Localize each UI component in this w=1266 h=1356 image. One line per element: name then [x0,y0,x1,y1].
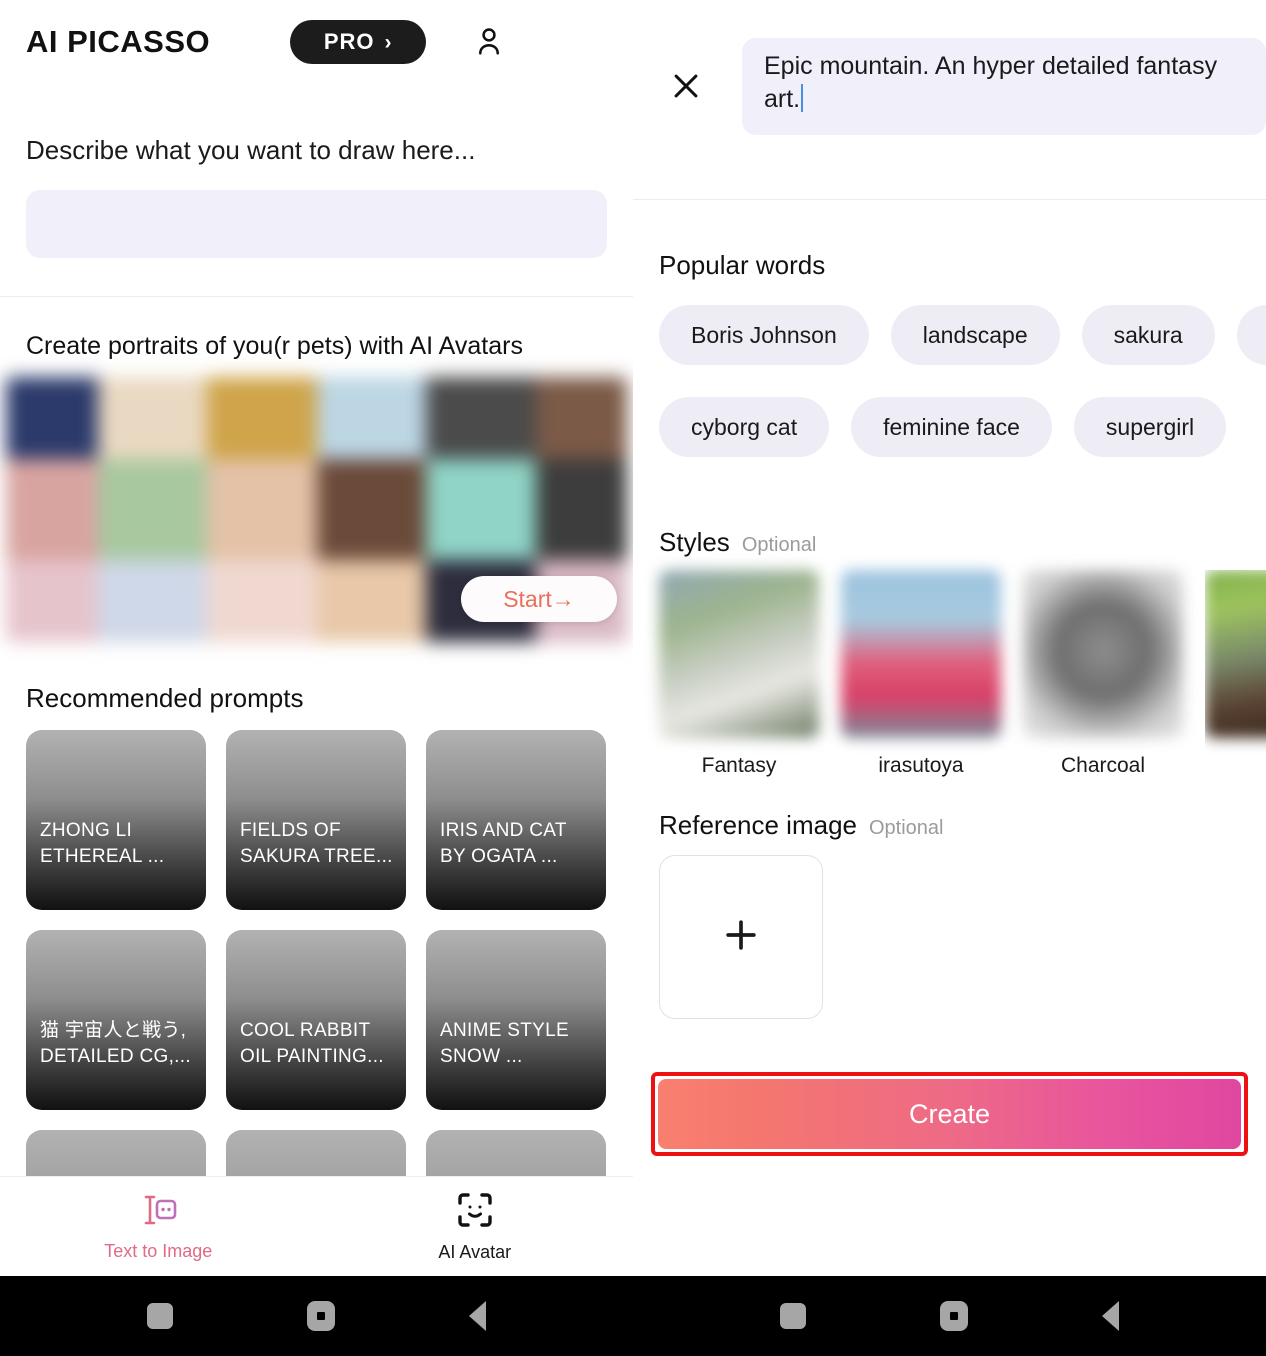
section-divider [0,296,633,297]
recents-square-icon[interactable] [780,1303,806,1329]
section-divider [633,199,1266,200]
style-thumbnail [1205,570,1266,738]
style-label: Fantasy [701,754,777,777]
prompt-text: Epic mountain. An hyper detailed fantasy… [764,51,1218,114]
prompt-card-label: COOL RABBIT OIL PAINTING... [240,1020,384,1067]
popular-word-chip[interactable]: Boris Johnson [659,305,869,365]
popular-word-chip[interactable]: cyborg cat [659,397,830,457]
prompt-card-label: ANIME STYLE SNOW ... [440,1020,569,1067]
plus-icon [719,913,763,962]
tab-text-to-image[interactable]: Text to Image [0,1192,317,1262]
app-header: AI PICASSO PRO › [0,0,633,84]
popular-words-row-1: Boris Johnson landscape sakura lake [659,305,1266,365]
chevron-right-icon: › [384,30,393,54]
popular-words-row-2: cyborg cat feminine face supergirl [659,397,1227,457]
style-option[interactable]: Charcoal [1023,570,1183,778]
prompt-textarea[interactable]: Epic mountain. An hyper detailed fantasy… [742,37,1266,135]
back-icon[interactable] [469,1301,486,1331]
home-icon[interactable] [307,1301,335,1331]
prompt-card[interactable]: 猫 宇宙人と戦う, DETAILED CG,... [26,930,206,1110]
pro-label: PRO [323,29,375,54]
create-button[interactable]: Create [658,1079,1241,1149]
popular-words-title: Popular words [659,250,826,280]
style-option[interactable]: irasutoya [841,570,1001,778]
styles-row: Fantasy irasutoya Charcoal 3D [659,570,1266,778]
home-icon[interactable] [940,1301,968,1331]
style-option[interactable]: Fantasy [659,570,819,778]
reference-optional-tag: Optional [869,817,944,839]
style-label: Charcoal [1060,754,1146,777]
style-thumbnail [1023,570,1183,738]
style-option[interactable]: 3D [1205,570,1266,778]
styles-title: Styles Optional [659,527,816,558]
face-scan-icon [456,1191,494,1234]
style-label: irasutoya [878,754,964,777]
style-label: 3D [1205,754,1266,778]
prompt-row: Epic mountain. An hyper detailed fantasy… [633,0,1266,172]
prompt-card[interactable]: IRIS AND CAT BY OGATA ... [426,730,606,910]
right-panel: Epic mountain. An hyper detailed fantasy… [633,0,1266,1356]
reference-title-text: Reference image [659,810,857,840]
styles-title-text: Styles [659,527,730,557]
tab-label: AI Avatar [438,1241,512,1262]
pro-upgrade-button[interactable]: PRO › [290,20,427,64]
styles-optional-tag: Optional [741,534,817,556]
reference-image-title: Reference image Optional [659,810,944,841]
recommended-prompts-grid: ZHONG LI ETHEREAL ... FIELDS OF SAKURA T… [26,730,609,1210]
app-screen: AI PICASSO PRO › Describe what you want … [0,0,1266,1356]
avatar-promo-start-button[interactable]: Start→ [461,576,617,622]
prompt-card-label: 猫 宇宙人と戦う, DETAILED CG,... [40,1020,191,1067]
prompt-card-label: ZHONG LI ETHEREAL ... [40,820,165,867]
left-panel: AI PICASSO PRO › Describe what you want … [0,0,633,1356]
text-to-image-icon [138,1192,178,1233]
android-nav-bar-left [0,1276,633,1356]
back-icon[interactable] [1102,1301,1119,1331]
popular-word-chip[interactable]: lake [1236,305,1266,365]
prompt-card-label: IRIS AND CAT BY OGATA ... [440,820,567,867]
prompt-card[interactable]: COOL RABBIT OIL PAINTING... [226,930,406,1110]
tab-ai-avatar[interactable]: AI Avatar [317,1191,634,1263]
prompt-card[interactable]: FIELDS OF SAKURA TREE... [226,730,406,910]
prompt-card[interactable]: ANIME STYLE SNOW ... [426,930,606,1110]
style-thumbnail [659,570,819,738]
describe-label: Describe what you want to draw here... [26,135,476,165]
tab-label: Text to Image [104,1240,213,1261]
start-label: Start→ [503,585,575,612]
recents-square-icon[interactable] [147,1303,173,1329]
add-reference-image-button[interactable] [659,855,823,1019]
text-caret [801,84,804,113]
popular-word-chip[interactable]: feminine face [851,397,1052,457]
popular-word-chip[interactable]: supergirl [1073,397,1227,457]
bottom-tab-bar: Text to Image AI Avatar [0,1176,633,1276]
account-icon[interactable] [470,23,508,61]
create-button-highlight: Create [651,1072,1248,1156]
popular-word-chip[interactable]: landscape [890,305,1060,365]
describe-input[interactable] [26,190,607,258]
prompt-card-label: FIELDS OF SAKURA TREE... [240,820,393,867]
recommended-prompts-title: Recommended prompts [26,683,304,713]
popular-word-chip[interactable]: sakura [1081,305,1215,365]
avatar-promo-title: Create portraits of you(r pets) with AI … [26,332,523,360]
style-thumbnail [841,570,1001,738]
app-brand-title: AI PICASSO [26,24,211,59]
android-nav-bar-right [633,1276,1266,1356]
close-icon[interactable] [663,63,709,109]
prompt-card[interactable]: ZHONG LI ETHEREAL ... [26,730,206,910]
